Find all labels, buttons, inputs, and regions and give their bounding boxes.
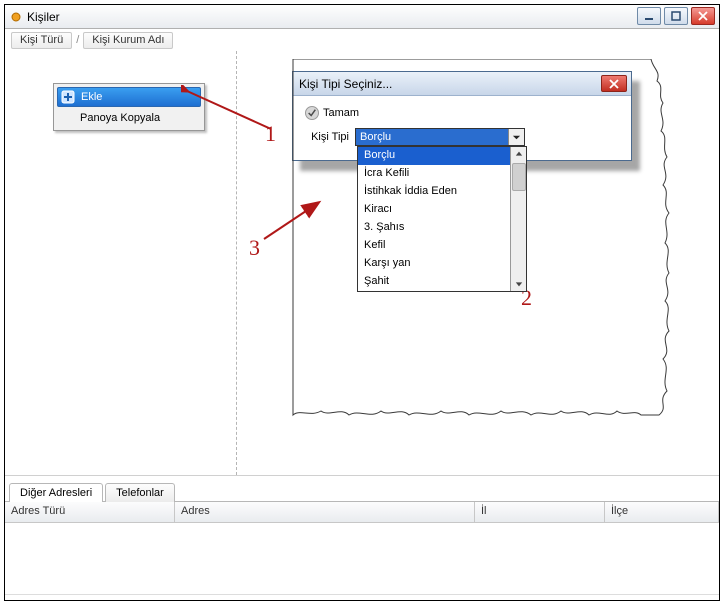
bottom-panel: Diğer Adresleri Telefonlar Adres Türü Ad… [5, 475, 719, 600]
combo-label: Kişi Tipi [303, 131, 349, 143]
kisi-tipi-dropdown: Borçlu İcra Kefili İstihkak İddia Eden K… [357, 146, 527, 292]
main-body: Ekle Panoya Kopyala Kişi Tipi Seçiniz... [5, 51, 719, 475]
option-kefil[interactable]: Kefil [358, 237, 510, 255]
breadcrumb-kisi-kurum-adi[interactable]: Kişi Kurum Adı [83, 32, 173, 49]
dialog-close-button[interactable] [601, 75, 627, 92]
breadcrumb-separator: / [76, 34, 79, 46]
grid-body [5, 523, 719, 595]
context-menu: Ekle Panoya Kopyala [53, 83, 205, 131]
option-istihkak[interactable]: İstihkak İddia Eden [358, 183, 510, 201]
kisi-tipi-combobox[interactable]: Borçlu [355, 128, 525, 146]
bottom-tabs: Diğer Adresleri Telefonlar [5, 476, 719, 501]
grid-header: Adres Türü Adres İl İlçe [5, 501, 719, 523]
scroll-thumb[interactable] [512, 163, 526, 191]
minimize-button[interactable] [637, 7, 661, 25]
col-adres[interactable]: Adres [175, 502, 475, 523]
context-menu-panoya-kopyala[interactable]: Panoya Kopyala [56, 108, 202, 128]
option-kiraci[interactable]: Kiracı [358, 201, 510, 219]
option-borclu[interactable]: Borçlu [358, 147, 510, 165]
scroll-down-icon[interactable] [512, 277, 526, 291]
ok-label: Tamam [323, 107, 359, 119]
titlebar: Kişiler [5, 5, 719, 29]
ok-row: Tamam [305, 106, 621, 120]
scroll-up-icon[interactable] [512, 147, 526, 161]
breadcrumb: Kişi Türü / Kişi Kurum Adı [5, 29, 719, 51]
dialog-title-text: Kişi Tipi Seçiniz... [299, 77, 392, 91]
combo-row: Kişi Tipi Borçlu Borçlu [303, 128, 621, 146]
breadcrumb-kisi-turu[interactable]: Kişi Türü [11, 32, 72, 49]
window-title: Kişiler [27, 10, 60, 24]
col-adres-turu[interactable]: Adres Türü [5, 502, 175, 523]
option-icra-kefili[interactable]: İcra Kefili [358, 165, 510, 183]
blank-icon [60, 111, 74, 125]
col-ilce[interactable]: İlçe [605, 502, 719, 523]
chevron-down-icon[interactable] [508, 129, 524, 145]
dropdown-scrollbar[interactable] [510, 147, 526, 291]
dialog-body: Tamam Kişi Tipi Borçlu [293, 96, 631, 160]
combo-selected-value: Borçlu [356, 129, 508, 145]
ok-check-icon[interactable] [305, 106, 319, 120]
tab-diger-adresleri[interactable]: Diğer Adresleri [9, 483, 103, 502]
context-menu-ekle-label: Ekle [81, 91, 102, 103]
left-pane: Ekle Panoya Kopyala [5, 51, 237, 475]
dialog-titlebar: Kişi Tipi Seçiniz... [293, 72, 631, 96]
maximize-button[interactable] [664, 7, 688, 25]
app-icon [9, 10, 23, 24]
add-icon [61, 90, 75, 104]
context-menu-ekle[interactable]: Ekle [57, 87, 201, 107]
right-pane: Kişi Tipi Seçiniz... Tamam Kişi Tipi [237, 51, 719, 475]
option-3-sahis[interactable]: 3. Şahıs [358, 219, 510, 237]
window-buttons [637, 7, 715, 25]
col-il[interactable]: İl [475, 502, 605, 523]
tab-telefonlar[interactable]: Telefonlar [105, 483, 175, 502]
dropdown-list: Borçlu İcra Kefili İstihkak İddia Eden K… [358, 147, 510, 291]
option-sahit[interactable]: Şahit [358, 273, 510, 291]
option-karsi-yan[interactable]: Karşı yan [358, 255, 510, 273]
context-menu-panoya-label: Panoya Kopyala [80, 112, 160, 124]
close-button[interactable] [691, 7, 715, 25]
dialog-kisi-tipi: Kişi Tipi Seçiniz... Tamam Kişi Tipi [292, 71, 632, 161]
main-window: Kişiler Kişi Türü / Kişi Kurum Adı [4, 4, 720, 601]
